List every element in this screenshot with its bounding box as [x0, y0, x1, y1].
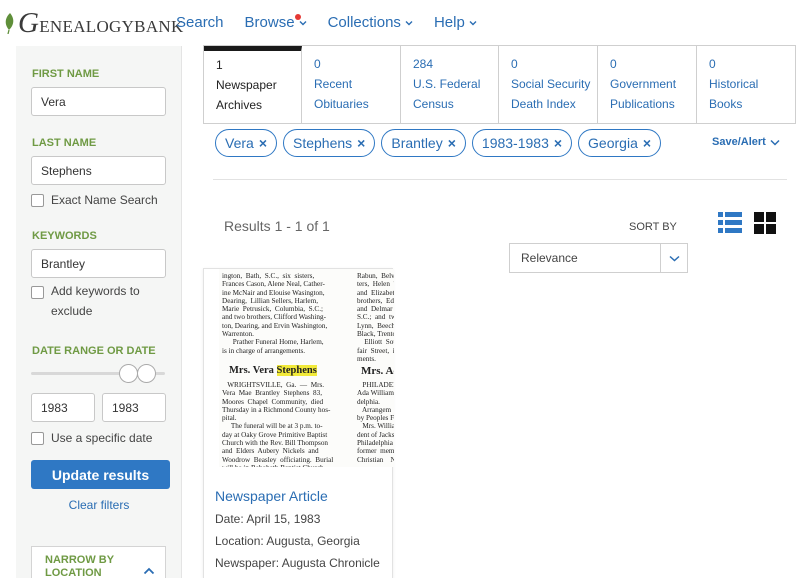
sort-selected-value: Relevance [521, 251, 578, 265]
narrow-by-location-title: NARROW BY LOCATION [45, 554, 115, 578]
genealogybank-logo[interactable]: GENEALOGYBANK [3, 6, 184, 40]
remove-chip-icon[interactable]: × [643, 135, 651, 151]
tab-government-publications[interactable]: 0 Government Publications [598, 46, 697, 123]
filter-chip[interactable]: Stephens × [283, 129, 376, 157]
remove-chip-icon[interactable]: × [259, 135, 267, 151]
specific-date-label: Use a specific date [51, 431, 153, 445]
nav-browse[interactable]: Browse [245, 14, 307, 31]
last-name-input[interactable] [31, 156, 166, 185]
exact-name-checkbox[interactable] [31, 194, 44, 207]
clipping-text-column: ington, Bath, S.C., six sisters, Frances… [222, 272, 328, 355]
filter-chip[interactable]: 1983-1983 × [471, 129, 573, 157]
tab-us-federal-census[interactable]: 284 U.S. Federal Census [401, 46, 499, 123]
newspaper-clipping-thumbnail[interactable]: ington, Bath, S.C., six sisters, Frances… [219, 269, 394, 467]
filter-chip[interactable]: Brantley × [381, 129, 466, 157]
chevron-down-icon [770, 139, 780, 146]
first-name-label: FIRST NAME [32, 68, 100, 80]
date-range-end-handle[interactable] [137, 364, 156, 383]
update-results-button[interactable]: Update results [31, 460, 170, 489]
date-range-start-handle[interactable] [119, 364, 138, 383]
chevron-down-icon [669, 255, 679, 262]
remove-chip-icon[interactable]: × [448, 135, 456, 151]
search-filter-sidebar: FIRST NAME LAST NAME Exact Name Search K… [16, 46, 182, 578]
save-alert-button[interactable]: Save/Alert [712, 136, 780, 148]
sort-by-label: SORT BY [629, 221, 677, 233]
tab-historical-books[interactable]: 0 Historical Books [697, 46, 795, 123]
last-name-label: LAST NAME [32, 137, 97, 149]
exclude-keywords-checkbox[interactable] [31, 286, 44, 299]
tab-recent-obituaries[interactable]: 0 Recent Obituaries [302, 46, 401, 123]
remove-chip-icon[interactable]: × [357, 135, 365, 151]
tab-social-security-death-index[interactable]: 0 Social Security Death Index [499, 46, 598, 123]
date-to-input[interactable] [102, 393, 166, 422]
tab-newspaper-archives[interactable]: 1 Newspaper Archives [204, 46, 302, 123]
chevron-down-icon [469, 20, 477, 25]
logo-text: GENEALOGYBANK [18, 6, 184, 39]
chevron-up-icon[interactable] [143, 567, 155, 575]
collection-tabs: 1 Newspaper Archives 0 Recent Obituaries… [203, 45, 796, 124]
result-card[interactable]: ington, Bath, S.C., six sisters, Frances… [203, 268, 394, 578]
clipping-headline: Mrs. Vera Stephens [229, 365, 317, 376]
filter-chip[interactable]: Vera × [215, 129, 277, 157]
keywords-input[interactable] [31, 249, 166, 278]
nav-help[interactable]: Help [434, 14, 477, 31]
leaf-icon [5, 13, 14, 34]
chevron-down-icon [405, 20, 413, 25]
specific-date-checkbox[interactable] [31, 432, 44, 445]
clipping-text-column: Rabun, Belvec ters, Helen ' and Elizabet… [357, 272, 394, 363]
filter-chip[interactable]: Georgia × [578, 129, 662, 157]
date-from-input[interactable] [31, 393, 95, 422]
result-title-link[interactable]: Newspaper Article [215, 488, 328, 504]
main-nav: Search Browse Collections Help [176, 14, 498, 31]
chevron-down-icon [299, 20, 307, 25]
keywords-label: KEYWORDS [32, 230, 97, 242]
clear-filters-link[interactable]: Clear filters [16, 498, 182, 512]
list-view-icon[interactable] [718, 212, 742, 233]
clipping-text-column: PHILADEI Ada Williams delphia. Arrangem … [357, 381, 394, 464]
narrow-by-location-panel[interactable]: NARROW BY LOCATION [31, 546, 166, 578]
grid-view-icon[interactable] [754, 212, 776, 234]
exclude-keywords-label-line1: Add keywords to [51, 284, 140, 298]
sort-by-select[interactable]: Relevance [509, 243, 688, 273]
section-divider [213, 179, 787, 180]
nav-collections[interactable]: Collections [328, 14, 413, 31]
results-count: Results 1 - 1 of 1 [224, 218, 330, 234]
result-newspaper: Newspaper: Augusta Chronicle [215, 556, 380, 570]
exact-name-label: Exact Name Search [51, 193, 158, 207]
nav-search[interactable]: Search [176, 14, 224, 31]
date-range-label: DATE RANGE OR DATE [32, 345, 156, 357]
result-date: Date: April 15, 1983 [215, 512, 321, 526]
result-location: Location: Augusta, Georgia [215, 534, 360, 548]
remove-chip-icon[interactable]: × [554, 135, 562, 151]
first-name-input[interactable] [31, 87, 166, 116]
exclude-keywords-label-line2: exclude [51, 304, 93, 318]
clipping-headline: Mrs. Ac [361, 365, 394, 377]
sort-dropdown-toggle[interactable] [660, 243, 687, 273]
notification-dot [294, 14, 301, 20]
active-filter-chips: Vera × Stephens × Brantley × 1983-1983 × Geo… [215, 129, 667, 157]
clipping-text-column: WRIGHTSVILLE, Ga. — Mrs. Vera Mae Brantl… [222, 381, 334, 467]
top-header: GENEALOGYBANK Search Browse Collections … [0, 0, 800, 46]
